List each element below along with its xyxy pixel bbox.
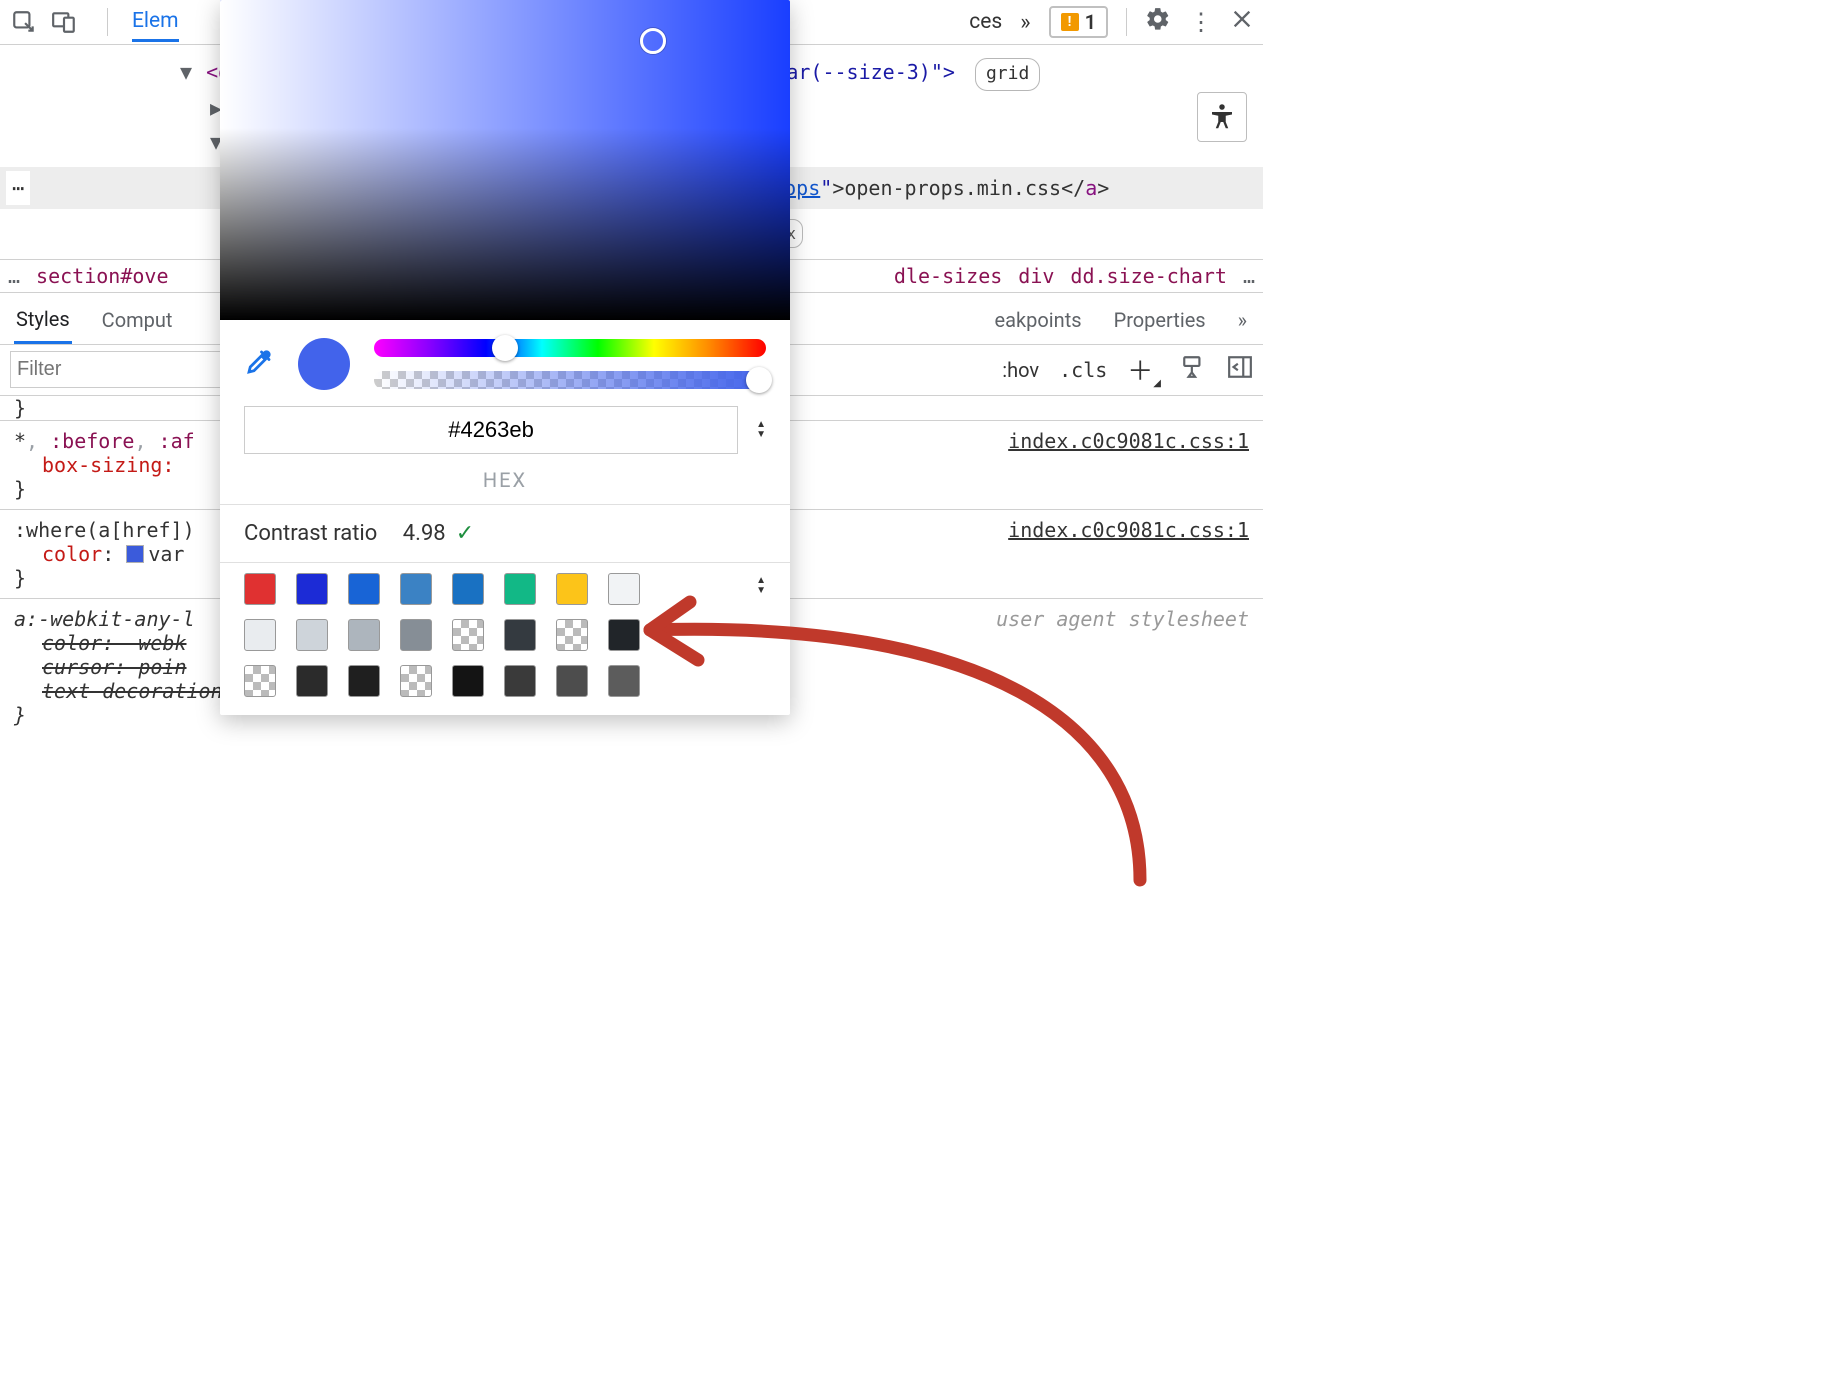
contrast-value: 4.98: [403, 521, 446, 546]
palette-swatch[interactable]: [556, 619, 588, 651]
ua-stylesheet-label: user agent stylesheet: [996, 607, 1249, 631]
palette-swatch[interactable]: [504, 665, 536, 697]
css-prop-name[interactable]: color: [42, 542, 102, 566]
inspect-icon[interactable]: [10, 8, 38, 36]
palette-swatch[interactable]: [244, 619, 276, 651]
paint-brush-icon[interactable]: [1181, 354, 1207, 385]
toolbar-separator: [90, 8, 108, 36]
palette-swatch[interactable]: [244, 573, 276, 605]
contrast-ratio-row[interactable]: Contrast ratio 4.98 ✓: [220, 505, 790, 562]
dom-tag: a: [1085, 176, 1097, 200]
tab-styles[interactable]: Styles: [14, 301, 72, 344]
cls-toggle[interactable]: .cls: [1059, 358, 1107, 382]
css-prop-value[interactable]: var: [148, 542, 184, 566]
panel-tab-sources-fragment[interactable]: ces: [969, 10, 1002, 34]
palette-swatch[interactable]: [504, 619, 536, 651]
new-rule-plus-icon[interactable]: ＋◢: [1127, 351, 1161, 389]
warning-icon: !: [1061, 13, 1079, 31]
accessibility-icon[interactable]: [1197, 92, 1247, 142]
eyedropper-icon[interactable]: [244, 347, 274, 381]
issues-badge[interactable]: ! 1: [1049, 6, 1108, 38]
hue-thumb[interactable]: [492, 335, 518, 361]
contrast-label: Contrast ratio: [244, 521, 377, 546]
palette-swatch[interactable]: [556, 665, 588, 697]
satval-cursor[interactable]: [640, 28, 666, 54]
panel-tab-elements[interactable]: Elem: [132, 3, 179, 42]
palette-swatch[interactable]: [296, 665, 328, 697]
palette-swatch[interactable]: [296, 573, 328, 605]
css-prop-name[interactable]: box-sizing:: [42, 453, 174, 477]
hex-input[interactable]: [244, 406, 738, 454]
palette-swatch[interactable]: [348, 619, 380, 651]
palette-swatch[interactable]: [452, 665, 484, 697]
color-format-toggle-icon[interactable]: ▲▼: [756, 421, 766, 439]
palette-swatch[interactable]: [452, 619, 484, 651]
check-icon: ✓: [456, 521, 474, 546]
device-toggle-icon[interactable]: [50, 8, 78, 36]
hov-toggle[interactable]: :hov: [1002, 358, 1039, 382]
css-source-link[interactable]: index.c0c9081c.css:1: [1008, 429, 1249, 453]
tab-breakpoints-fragment[interactable]: eakpoints: [993, 302, 1084, 342]
caret-down-icon[interactable]: ▼: [180, 60, 192, 84]
more-tabs-icon[interactable]: »: [1020, 10, 1030, 35]
css-selector[interactable]: :where(a[href]): [14, 518, 195, 542]
dom-attr-value: var(--size-3)">: [774, 60, 955, 84]
settings-gear-icon[interactable]: [1145, 6, 1171, 38]
palette-swatch[interactable]: [608, 619, 640, 651]
css-selector[interactable]: a:-webkit-any-l: [14, 607, 195, 631]
palette-swatch[interactable]: [504, 573, 536, 605]
kebab-menu-icon[interactable]: ⋮: [1189, 8, 1213, 36]
css-prop-overridden[interactable]: text-decoration: [42, 679, 223, 703]
palette-swatch[interactable]: [400, 619, 432, 651]
palette-swatches: ▲▼: [220, 563, 790, 715]
breadcrumb-item[interactable]: div: [1018, 264, 1054, 288]
more-subtabs-icon[interactable]: »: [1236, 302, 1249, 342]
dom-close: >: [1097, 176, 1109, 200]
alpha-thumb[interactable]: [746, 367, 772, 393]
palette-swatch[interactable]: [608, 573, 640, 605]
color-swatch-icon[interactable]: [126, 545, 144, 563]
tab-computed[interactable]: Comput: [100, 302, 175, 342]
color-format-label: HEX: [220, 468, 790, 504]
ellipsis-icon[interactable]: ⋯: [6, 171, 30, 205]
grid-badge[interactable]: grid: [975, 58, 1040, 91]
alpha-slider[interactable]: [374, 371, 766, 389]
palette-swatch[interactable]: [244, 665, 276, 697]
css-source-link[interactable]: index.c0c9081c.css:1: [1008, 518, 1249, 542]
current-color-chip: [298, 338, 350, 390]
tab-properties[interactable]: Properties: [1112, 302, 1208, 342]
saturation-value-field[interactable]: [220, 0, 790, 320]
palette-swatch[interactable]: [400, 665, 432, 697]
breadcrumb-ellipsis[interactable]: …: [1243, 264, 1255, 288]
toolbar-separator: [1126, 8, 1127, 36]
palette-swatch[interactable]: [296, 619, 328, 651]
palette-swatch[interactable]: [608, 665, 640, 697]
toggle-sidebar-icon[interactable]: [1227, 354, 1253, 385]
breadcrumb-item[interactable]: dd.size-chart: [1070, 264, 1227, 288]
close-devtools-icon[interactable]: [1231, 8, 1253, 36]
palette-swatch[interactable]: [400, 573, 432, 605]
css-selector[interactable]: *, :before, :af: [14, 429, 195, 453]
hue-slider[interactable]: [374, 339, 766, 357]
palette-swatch[interactable]: [348, 665, 380, 697]
palette-swatch[interactable]: [452, 573, 484, 605]
palette-swatch[interactable]: [556, 573, 588, 605]
breadcrumb-ellipsis[interactable]: …: [8, 264, 20, 288]
palette-swatch[interactable]: [348, 573, 380, 605]
palette-toggle-icon[interactable]: ▲▼: [756, 577, 766, 595]
issues-count: 1: [1085, 10, 1096, 34]
breadcrumb-item[interactable]: section#ove: [36, 264, 168, 288]
dom-text: >open-props.min.css</: [832, 176, 1085, 200]
breadcrumb-item[interactable]: dle-sizes: [894, 264, 1002, 288]
color-picker: ▲▼ HEX Contrast ratio 4.98 ✓ ▲▼: [220, 0, 790, 715]
